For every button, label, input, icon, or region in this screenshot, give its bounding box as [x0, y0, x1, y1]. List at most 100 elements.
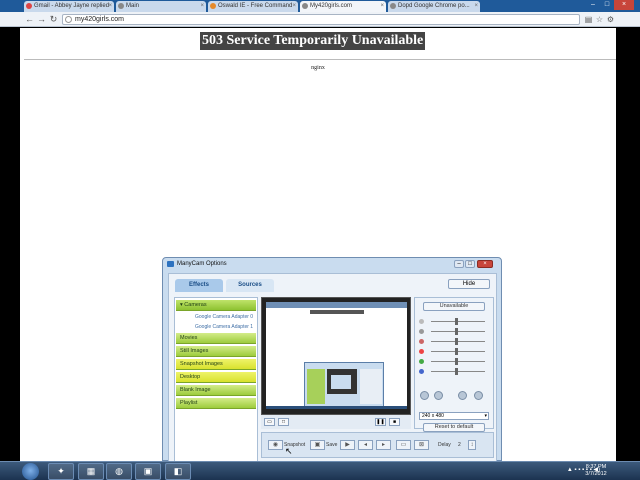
window-icon[interactable]: □ — [278, 418, 289, 426]
manycam-body: Effects Sources Hide ▾ Cameras Google Ca… — [168, 273, 497, 463]
brightness-icon — [419, 319, 424, 324]
category-cameras[interactable]: ▾ Cameras — [176, 300, 256, 311]
red-slider[interactable] — [419, 348, 491, 355]
green-slider[interactable] — [419, 358, 491, 365]
manycam-close-button[interactable]: × — [477, 260, 493, 268]
manycam-icon[interactable]: ◧ — [165, 463, 191, 480]
close-tab-icon[interactable]: × — [380, 1, 384, 12]
previous-icon[interactable]: ◂ — [358, 440, 373, 450]
screen-margin-right — [616, 28, 640, 461]
flip-vertical-icon[interactable] — [434, 391, 443, 400]
browser-toolbar: ← → ↻ my420girls.com ▤ ☆ ⚙ — [0, 12, 640, 27]
green-icon — [419, 359, 424, 364]
settings-panel: Unavailable 240 x 480 ▾ Reset to default — [414, 297, 494, 432]
screen-icon[interactable]: ▭ — [396, 440, 411, 450]
taskbar: ✦ ▦ ◍ ▣ ◧ ▲ ▪ ▪ ▪ ▪ ▪ ◀) 8:37 PM 3/7/201… — [0, 461, 640, 480]
manycam-maximize-button[interactable]: □ — [465, 260, 475, 268]
tab-effects[interactable]: Effects — [175, 279, 223, 292]
start-button[interactable] — [22, 463, 39, 480]
page-icon — [390, 3, 396, 9]
tab-gmail[interactable]: Gmail - Abbey Jayne replied × — [24, 1, 114, 12]
wrench-icon[interactable]: ⚙ — [606, 15, 615, 24]
category-still-images[interactable]: Still Images — [176, 346, 256, 357]
play-icon[interactable]: ▶ — [340, 440, 355, 450]
close-tab-icon[interactable]: × — [292, 1, 296, 12]
flip-horizontal-icon[interactable] — [420, 391, 429, 400]
tab-my420girls[interactable]: My420girls.com × — [300, 1, 386, 12]
manycam-logo-icon — [167, 261, 174, 267]
tab-sources[interactable]: Sources — [226, 279, 274, 292]
red-icon — [419, 349, 424, 354]
forward-icon[interactable]: → — [36, 14, 47, 25]
unavailable-button[interactable]: Unavailable — [423, 302, 485, 311]
fullscreen-icon[interactable]: ▭ — [264, 418, 275, 426]
delay-stepper[interactable]: ↕ — [468, 440, 476, 450]
rotate-right-icon[interactable] — [474, 391, 483, 400]
blue-icon — [419, 369, 424, 374]
contrast-icon — [419, 329, 424, 334]
category-desktop[interactable]: Desktop — [176, 372, 256, 383]
category-movies[interactable]: Movies — [176, 333, 256, 344]
address-bar[interactable]: my420girls.com — [62, 14, 580, 25]
save-icon[interactable]: ▣ — [310, 440, 325, 450]
screen-margin-left — [0, 28, 20, 461]
rotate-left-icon[interactable] — [458, 391, 467, 400]
category-blank-image[interactable]: Blank Image — [176, 385, 256, 396]
close-window-button[interactable]: × — [614, 0, 634, 10]
saturation-icon — [419, 339, 424, 344]
back-icon[interactable]: ← — [24, 14, 35, 25]
maximize-button[interactable]: □ — [600, 0, 614, 10]
close-tab-icon[interactable]: × — [474, 1, 478, 12]
page-title: 503 Service Temporarily Unavailable — [200, 32, 426, 50]
delay-label: Delay — [438, 442, 451, 448]
camera-icon[interactable]: ◉ — [268, 440, 283, 450]
preview-controls: ▭ □ ❚❚ ■ — [261, 415, 411, 429]
category-snapshot-images[interactable]: Snapshot Images — [176, 359, 256, 370]
mouse-cursor-icon: ↖ — [285, 446, 293, 456]
source-category-list: ▾ Cameras Google Camera Adapter 0 Google… — [174, 297, 258, 463]
pause-icon[interactable]: ❚❚ — [375, 418, 386, 426]
gmail-icon — [26, 3, 32, 9]
app-icon[interactable]: ▣ — [135, 463, 161, 480]
chevron-down-icon: ▾ — [484, 413, 487, 419]
reload-icon[interactable]: ↻ — [48, 14, 59, 25]
close-tab-icon[interactable]: × — [108, 1, 112, 12]
camera-source-item[interactable]: Google Camera Adapter 0 — [195, 314, 253, 320]
blue-slider[interactable] — [419, 368, 491, 375]
camera-source-item[interactable]: Google Camera Adapter 1 — [195, 324, 253, 330]
manycam-titlebar[interactable]: ManyCam Options — [163, 258, 501, 270]
saturation-slider[interactable] — [419, 338, 491, 345]
brightness-slider[interactable] — [419, 318, 491, 325]
tab-main[interactable]: Main × — [116, 1, 206, 12]
site-icon — [210, 3, 216, 9]
contrast-slider[interactable] — [419, 328, 491, 335]
save-label[interactable]: Save — [326, 440, 337, 451]
hide-button[interactable]: Hide — [448, 279, 490, 289]
close-tab-icon[interactable]: × — [200, 1, 204, 12]
tab-chrome[interactable]: Dopd Google Chrome po... × — [388, 1, 480, 12]
manycam-minimize-button[interactable]: – — [454, 260, 464, 268]
page-menu-icon[interactable]: ▤ — [584, 15, 593, 24]
server-name: nginx — [311, 65, 325, 71]
reset-default-button[interactable]: Reset to default — [423, 423, 485, 432]
tab-oswald[interactable]: Oswald IE - Free Command × — [208, 1, 298, 12]
record-icon[interactable]: ■ — [389, 418, 400, 426]
chrome-icon[interactable]: ◍ — [106, 463, 132, 480]
preview-nested-window — [304, 362, 384, 409]
crop-icon[interactable]: ⊠ — [414, 440, 429, 450]
preview-screen — [266, 302, 407, 409]
page-icon — [118, 3, 124, 9]
bookmark-star-icon[interactable]: ☆ — [595, 15, 604, 24]
clock[interactable]: 8:37 PM 3/7/2012 — [582, 464, 610, 478]
explorer-icon[interactable]: ✦ — [48, 463, 74, 480]
delay-value[interactable]: 2 — [458, 440, 461, 451]
page-info-icon — [65, 16, 72, 23]
minimize-button[interactable]: – — [586, 0, 600, 10]
folder-icon[interactable]: ▦ — [78, 463, 104, 480]
manycam-window: ManyCam Options – □ × Effects Sources Hi… — [162, 257, 502, 463]
next-icon[interactable]: ▸ — [376, 440, 391, 450]
category-playlist[interactable]: Playlist — [176, 398, 256, 409]
page-icon — [302, 3, 308, 9]
resolution-select[interactable]: 240 x 480 ▾ — [419, 412, 489, 420]
divider — [24, 59, 616, 60]
